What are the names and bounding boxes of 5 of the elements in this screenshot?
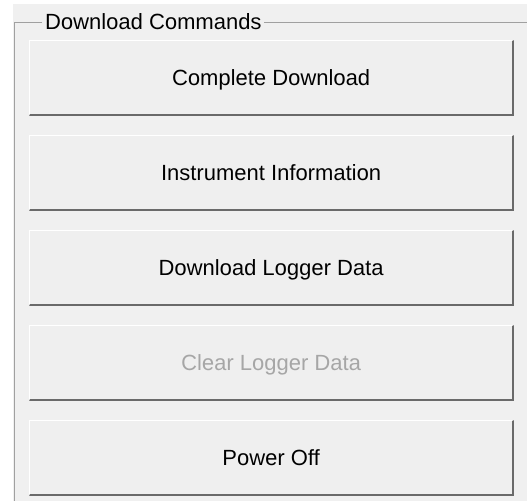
command-button[interactable]: Complete Download <box>29 40 514 116</box>
command-button[interactable]: Download Logger Data <box>29 230 514 306</box>
group-title: Download Commands <box>44 10 262 34</box>
command-button[interactable]: Power Off <box>29 420 514 496</box>
command-button[interactable]: Instrument Information <box>29 135 514 211</box>
